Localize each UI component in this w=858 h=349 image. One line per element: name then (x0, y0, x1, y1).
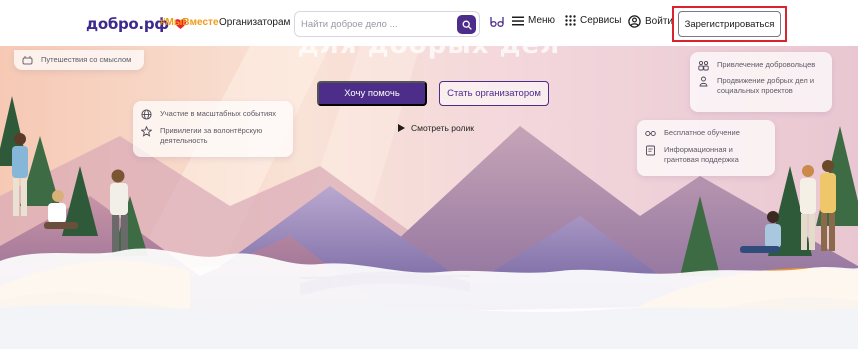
promotion-text: Продвижение добрых дел и социальных прое… (717, 76, 815, 95)
people-icon (698, 60, 709, 71)
accessibility-eyes-icon[interactable] (490, 15, 504, 29)
globe-icon (141, 109, 152, 120)
info-card-volunteers: Привлечение добровольцев Продвижение доб… (690, 52, 832, 112)
travel-item: Путешествия со смыслом (22, 55, 136, 66)
watch-video-link[interactable]: Смотреть ролик (398, 123, 474, 133)
grant-item: Информационная и грантовая поддержка (645, 145, 767, 164)
info-card-travel: Путешествия со смыслом (14, 50, 144, 70)
glasses-icon (645, 130, 656, 137)
privileges-text: Привилегии за волонтёрскую деятельность (160, 126, 263, 145)
register-button[interactable]: Зарегистрироваться (678, 11, 781, 37)
menu-label: Меню (528, 15, 556, 26)
services-button[interactable]: Сервисы (565, 15, 621, 26)
site-header: добро.рф #МыВместе Организаторам Меню (0, 0, 858, 46)
document-icon (646, 145, 655, 156)
watch-video-label: Смотреть ролик (411, 123, 474, 133)
events-text: Участие в масштабных событиях (160, 109, 276, 118)
promotion-item: Продвижение добрых дел и социальных прое… (698, 76, 824, 95)
learning-text: Бесплатное обучение (664, 128, 740, 137)
services-grid-icon (565, 15, 576, 26)
menu-icon (512, 16, 524, 25)
search-input[interactable] (301, 16, 451, 33)
nav-organizers-link[interactable]: Организаторам (219, 17, 290, 28)
info-card-learning: Бесплатное обучение Информационная и гра… (637, 120, 775, 176)
travel-text: Путешествия со смыслом (41, 55, 132, 64)
megaphone-icon (699, 76, 708, 87)
grant-text: Информационная и грантовая поддержка (664, 145, 739, 164)
learning-item: Бесплатное обучение (645, 128, 767, 139)
travel-icon (22, 56, 33, 65)
logo-text: добро.рф (86, 15, 169, 33)
events-item: Участие в масштабных событиях (141, 109, 285, 120)
star-icon (141, 126, 152, 137)
volunteers-text: Привлечение добровольцев (717, 60, 816, 69)
login-label: Войти (645, 16, 673, 27)
volunteers-item: Привлечение добровольцев (698, 60, 824, 71)
search-icon (462, 20, 472, 30)
menu-button[interactable]: Меню (512, 15, 555, 26)
search-button[interactable] (457, 15, 476, 34)
user-icon (628, 15, 641, 28)
become-organizer-button[interactable]: Стать организатором (439, 81, 549, 106)
login-button[interactable]: Войти (628, 15, 673, 28)
hashtag-link[interactable]: #МыВместе (160, 17, 219, 28)
services-label: Сервисы (580, 15, 622, 26)
hero-section: для добрых дел Путешествия со смыслом Уч… (0, 46, 858, 349)
play-icon (398, 124, 405, 132)
privileges-item: Привилегии за волонтёрскую деятельность (141, 126, 285, 145)
info-card-events: Участие в масштабных событиях Привилегии… (133, 101, 293, 157)
help-button[interactable]: Хочу помочь (317, 81, 427, 106)
search-bar (294, 11, 480, 37)
